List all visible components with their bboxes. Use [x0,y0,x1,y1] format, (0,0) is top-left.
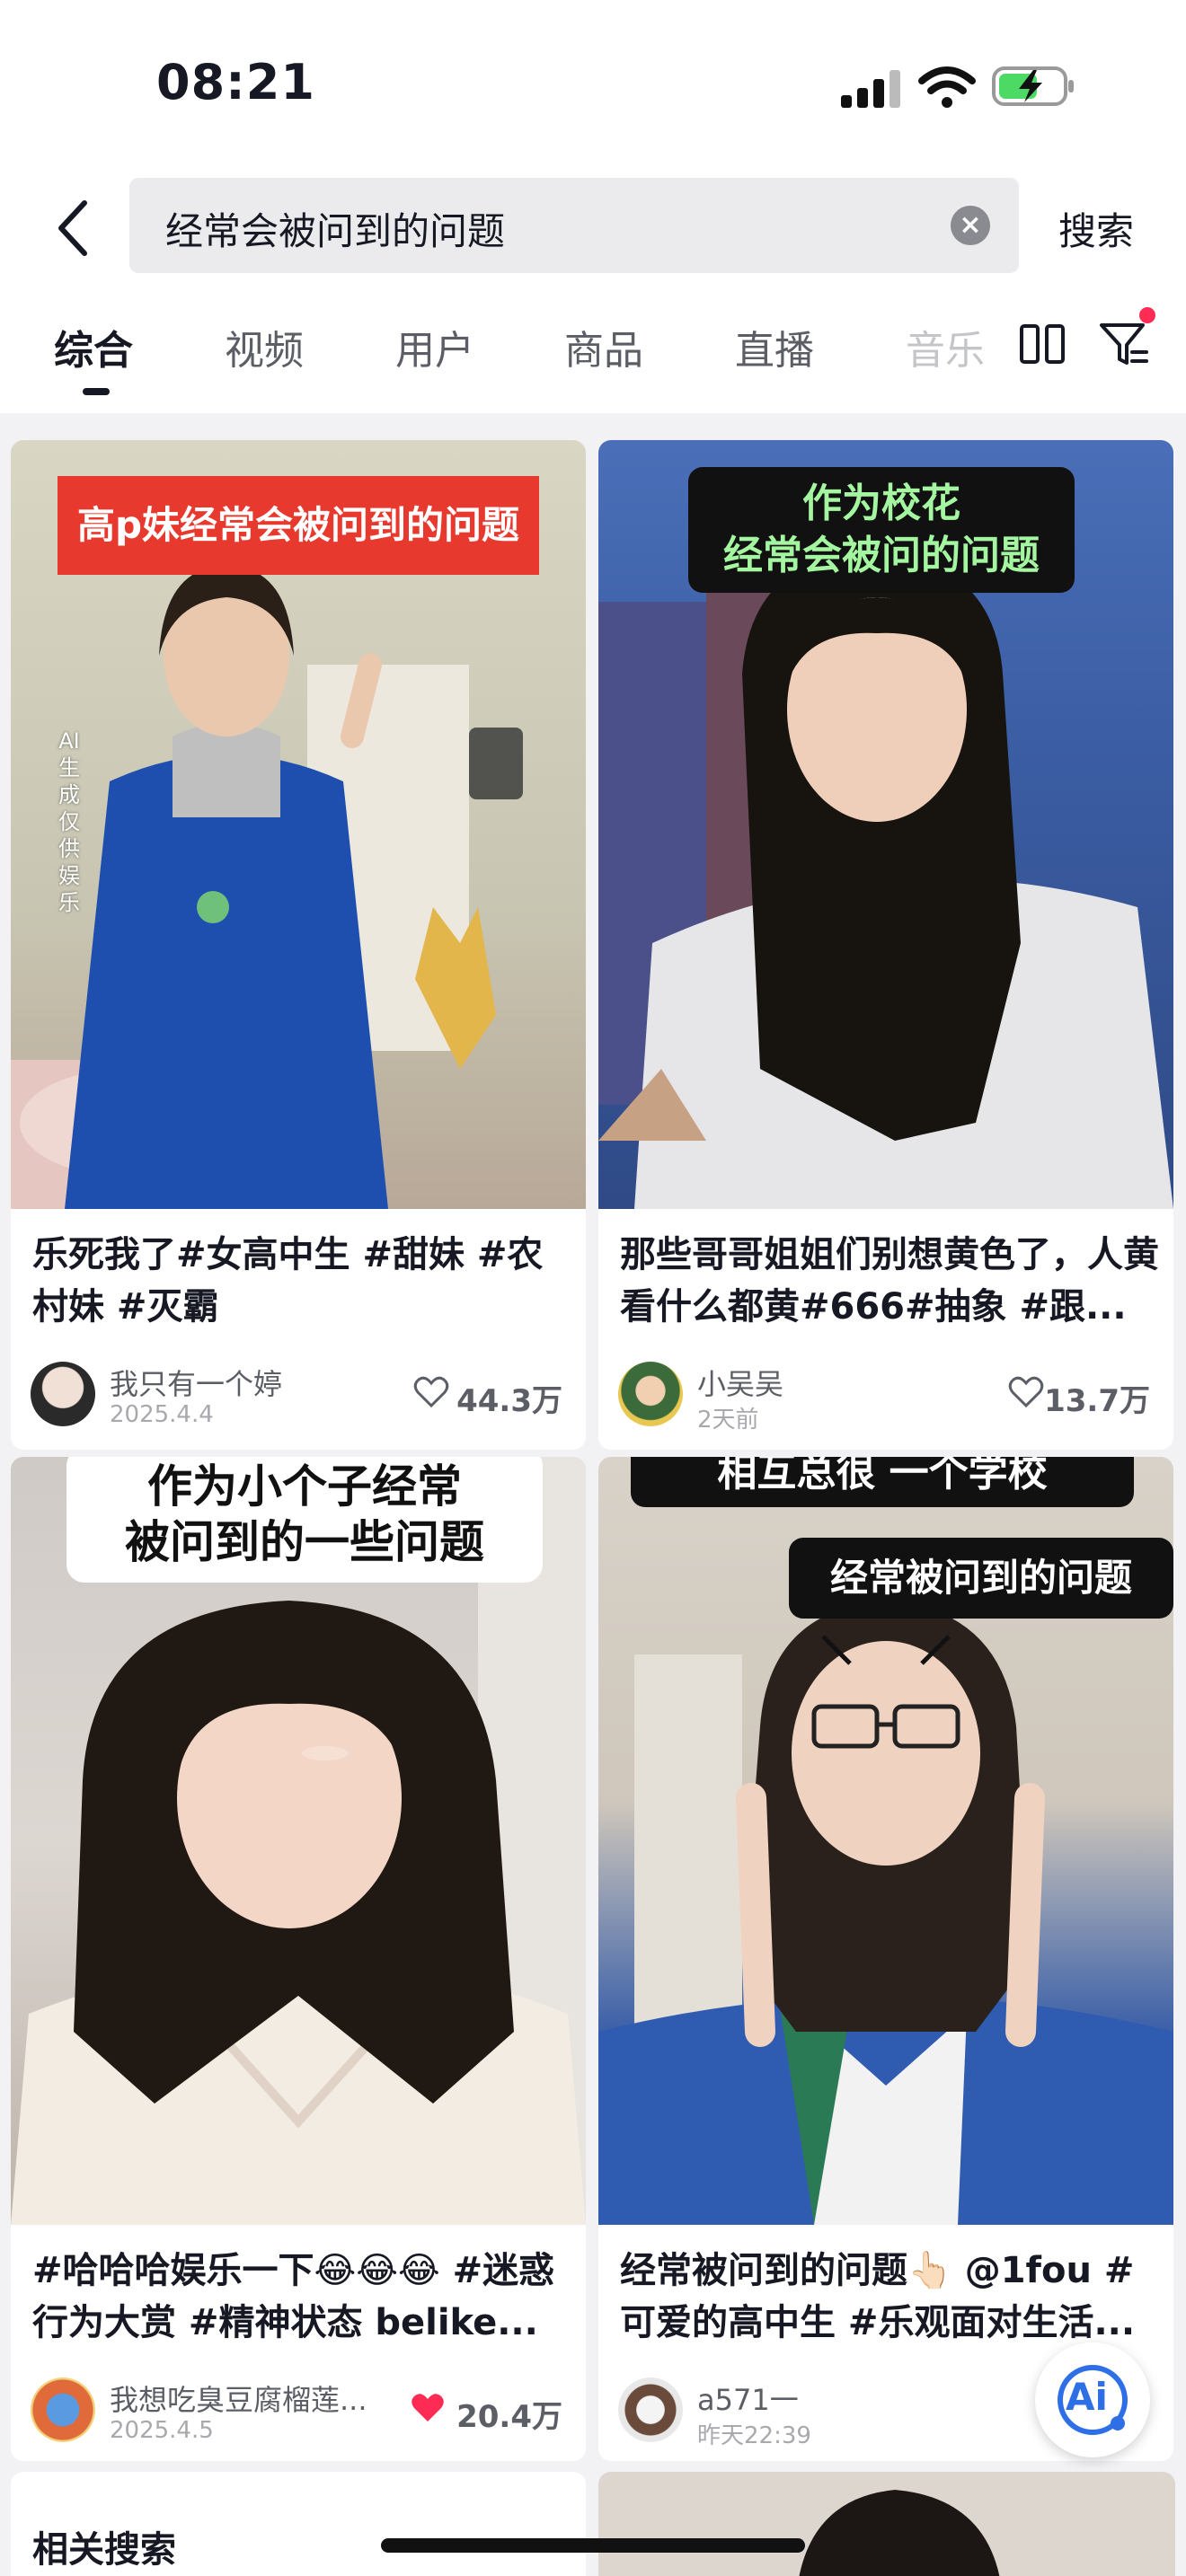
clear-search-icon[interactable]: × [951,206,990,245]
ai-generated-label: AI生成 仅供娱乐 [58,728,80,915]
layout-toggle-icon[interactable] [1019,323,1066,365]
ai-button-label: Ai [1066,2375,1108,2419]
like-count: 13.7万 [1044,1383,1150,1419]
tab-comprehensive[interactable]: 综合 [54,318,133,375]
post-date: 2025.4.5 [110,2417,214,2444]
author-name[interactable]: 小吴吴 [697,1362,783,1403]
search-button[interactable]: 搜索 [1058,201,1134,256]
avatar[interactable] [618,2378,683,2442]
video-thumbnail[interactable]: 作为校花 经常会被问的问题 [598,440,1173,1209]
video-title[interactable]: #哈哈哈娱乐一下😂😂😂 #迷惑行为大赏 #精神状态 belike... [32,2245,571,2349]
post-date: 昨天22:39 [697,2422,811,2449]
tab-users[interactable]: 用户 [395,318,474,375]
like-count: 20.4万 [456,2399,562,2435]
tab-live[interactable]: 直播 [735,318,814,375]
video-card[interactable]: 作为小个子经常 被问到的一些问题 #哈哈哈娱乐一下😂😂😂 #迷惑行为大赏 #精神… [11,1457,586,2461]
tab-video[interactable]: 视频 [225,318,304,375]
back-arrow-icon[interactable] [49,194,99,262]
overlay-line-2: 经常会被问的问题 [723,533,1040,578]
wifi-icon [918,66,976,108]
video-thumbnail[interactable]: 相互总很 一个学校 经常被问到的问题 [598,1457,1173,2225]
search-input[interactable]: 经常会被问到的问题 × [129,178,1019,273]
video-overlay-caption: 作为校花 经常会被问的问题 [688,467,1075,593]
status-time: 08:21 [156,54,315,110]
overlay-line-1: 作为校花 [802,481,960,526]
video-thumbnail[interactable]: 作为小个子经常 被问到的一些问题 [11,1457,586,2225]
heart-icon[interactable] [413,1376,449,1408]
overlay-line-2: 被问到的一些问题 [125,1516,484,1568]
search-header: 经常会被问到的问题 × 搜索 [0,171,1186,287]
avatar[interactable] [31,1362,95,1426]
video-card[interactable]: 作为校花 经常会被问的问题 那些哥哥姐姐们别想黄色了，人黄看什么都黄#666#抽… [598,440,1173,1450]
video-card[interactable]: 高p妹经常会被问到的问题 AI生成 仅供娱乐 乐死我了#女高中生 #甜妹 #农村… [11,440,586,1450]
heart-icon[interactable] [1008,1376,1044,1408]
filter-icon[interactable] [1098,320,1152,370]
search-query-text: 经常会被问到的问题 [165,209,506,253]
thumbnail-illustration [799,2490,1000,2576]
post-date: 2025.4.4 [110,1401,214,1428]
overlay-line-1: 作为小个子经常 [147,1460,462,1513]
video-card[interactable]: 相互总很 一个学校 经常被问到的问题 经常被问到的问题👆🏻 @1fou #可爱的… [598,1457,1173,2461]
video-title[interactable]: 那些哥哥姐姐们别想黄色了，人黄看什么都黄#666#抽象 #跟... [620,1229,1159,1333]
battery-charging-icon [992,66,1074,106]
home-indicator[interactable] [381,2538,805,2553]
filter-notification-dot [1139,307,1155,323]
active-tab-indicator [83,388,110,395]
author-name[interactable]: a571一 [697,2378,799,2419]
tab-music[interactable]: 音乐 [906,318,985,375]
video-title[interactable]: 经常被问到的问题👆🏻 @1fou #可爱的高中生 #乐观面对生活... [620,2245,1159,2349]
status-bar: 08:21 [0,0,1186,171]
ai-assistant-button[interactable]: Ai [1035,2342,1150,2457]
avatar[interactable] [31,2378,95,2442]
video-overlay-caption: 作为小个子经常 被问到的一些问题 [66,1457,543,1583]
related-searches-title: 相关搜索 [32,2529,176,2571]
related-searches-card[interactable]: 相关搜索 [11,2472,586,2576]
author-name[interactable]: 我只有一个婷 [110,1362,282,1403]
video-title[interactable]: 乐死我了#女高中生 #甜妹 #农村妹 #灭霸 [32,1229,571,1333]
video-thumbnail[interactable]: 高p妹经常会被问到的问题 AI生成 仅供娱乐 [11,440,586,1209]
post-date: 2天前 [697,1407,759,1434]
video-overlay-top-caption: 相互总很 一个学校 [631,1457,1134,1507]
cellular-signal-icon [841,70,902,108]
result-tabs: 综合 视频 用户 商品 直播 音乐 [0,287,1186,413]
video-overlay-caption: 经常被问到的问题 [789,1538,1173,1619]
video-card-partial[interactable] [598,2472,1175,2576]
author-name[interactable]: 我想吃臭豆腐榴莲... [110,2378,367,2419]
heart-filled-icon[interactable] [410,2392,446,2424]
like-count: 44.3万 [456,1383,562,1419]
avatar[interactable] [618,1362,683,1426]
video-overlay-caption: 高p妹经常会被问到的问题 [58,476,539,575]
tab-products[interactable]: 商品 [564,318,643,375]
